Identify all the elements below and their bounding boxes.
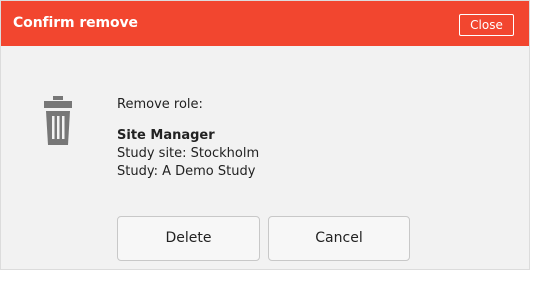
study-site-text: Study site: Stockholm <box>117 146 260 161</box>
confirm-remove-dialog: Confirm remove Close Remove role: Site M… <box>0 0 530 270</box>
cancel-button[interactable]: Cancel <box>268 216 410 261</box>
dialog-header: Confirm remove Close <box>1 1 529 46</box>
remove-prompt: Remove role: <box>117 97 203 112</box>
delete-button[interactable]: Delete <box>117 216 260 261</box>
close-button[interactable]: Close <box>459 14 514 36</box>
role-name: Site Manager <box>117 128 215 143</box>
trash-icon <box>44 96 72 145</box>
study-text: Study: A Demo Study <box>117 164 256 179</box>
dialog-title: Confirm remove <box>13 15 138 31</box>
